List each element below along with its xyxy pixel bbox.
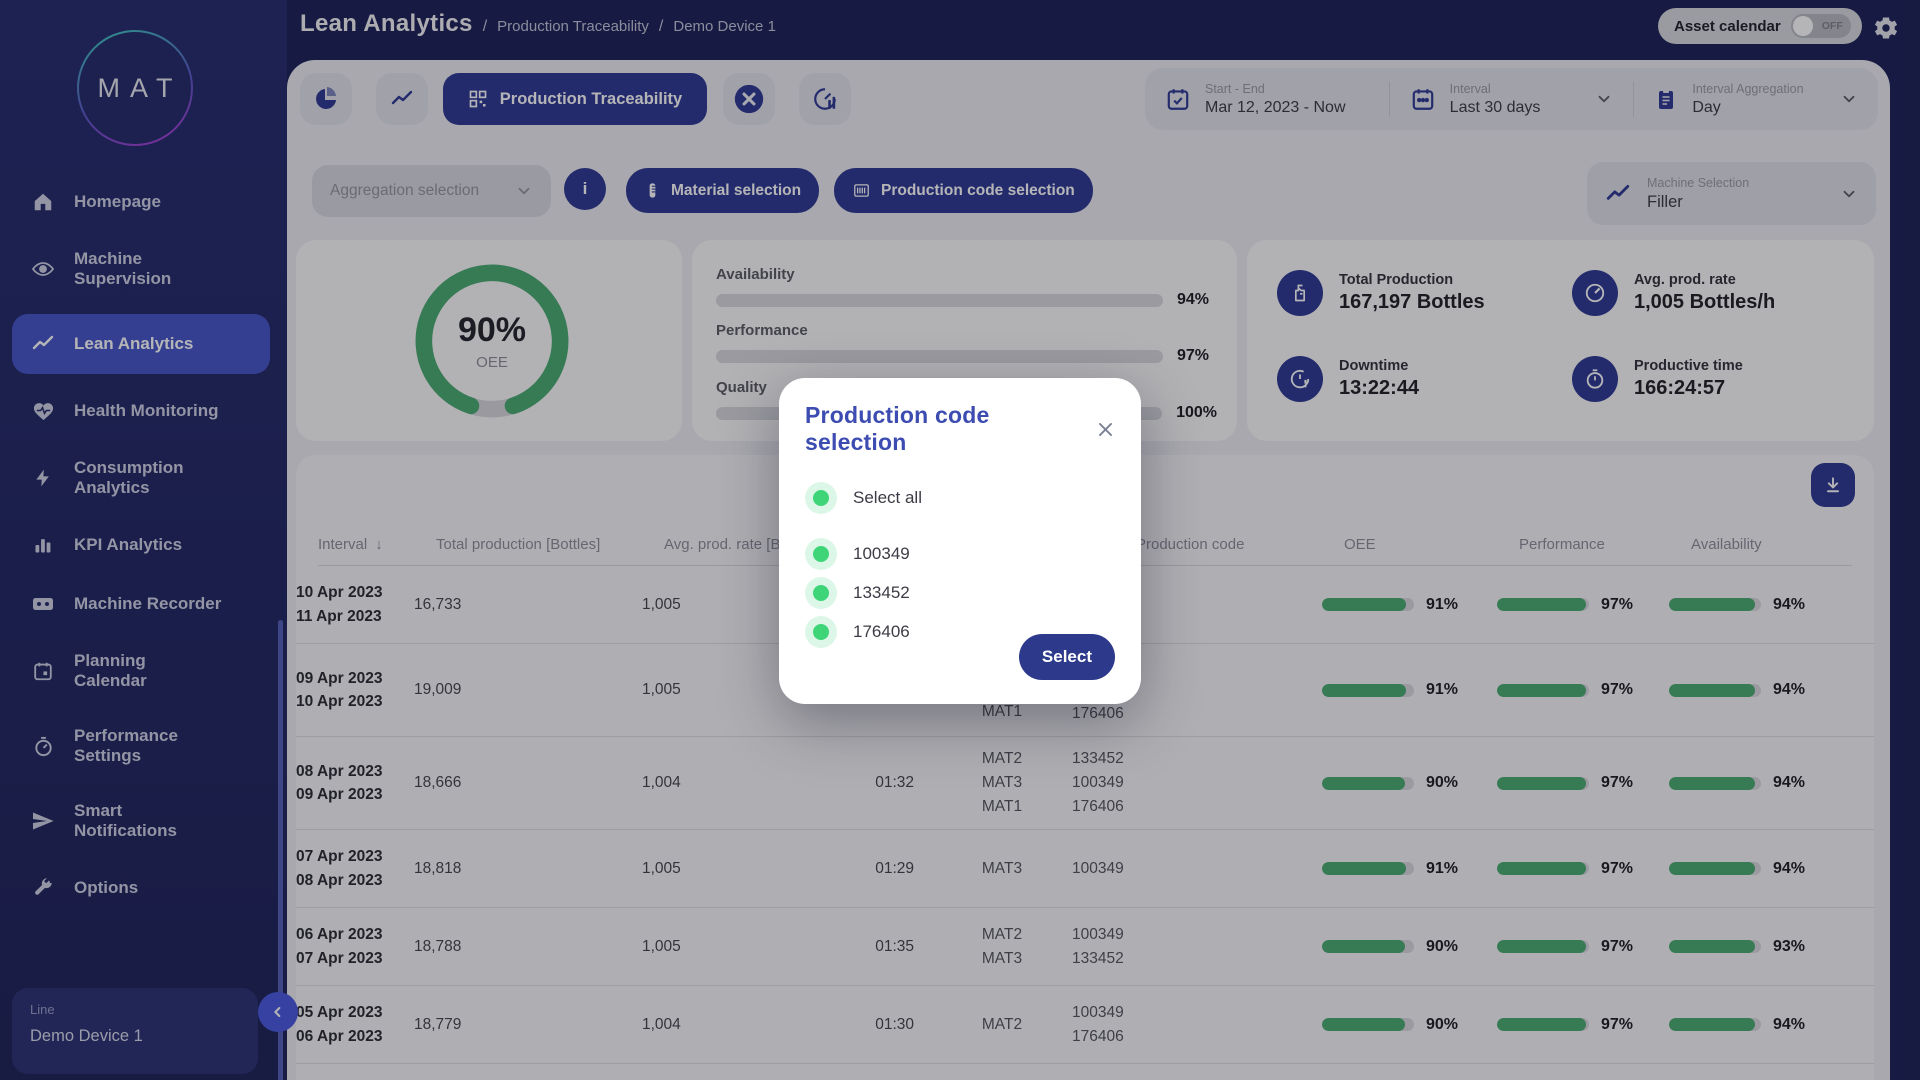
production-code-options: 100349 133452 176406 xyxy=(805,538,1115,648)
option-133452[interactable]: 133452 xyxy=(805,577,1115,609)
checkbox-checked-icon xyxy=(805,577,837,609)
production-code-selection-modal: Production code selection Select all 100… xyxy=(779,378,1141,704)
modal-title: Production code selection xyxy=(805,402,1096,456)
checkbox-checked-icon xyxy=(805,482,837,514)
app-window: MAT Homepage Machine Supervision Lean An… xyxy=(0,0,1920,1080)
select-button[interactable]: Select xyxy=(1019,634,1115,680)
option-100349[interactable]: 100349 xyxy=(805,538,1115,570)
select-all-option[interactable]: Select all xyxy=(805,482,1115,514)
close-icon[interactable] xyxy=(1096,420,1115,439)
checkbox-checked-icon xyxy=(805,538,837,570)
checkbox-checked-icon xyxy=(805,616,837,648)
